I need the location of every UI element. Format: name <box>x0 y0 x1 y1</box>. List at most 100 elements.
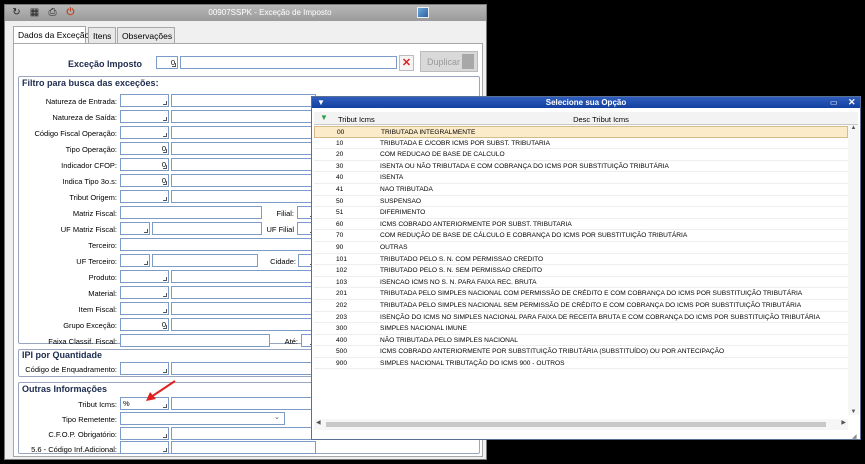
codigo-inf-adicional-desc-input[interactable] <box>171 441 316 454</box>
uf-terceiro-desc-input[interactable] <box>152 254 258 267</box>
table-row[interactable]: 51 DIFERIMENTO <box>314 207 848 219</box>
matriz-fiscal-input[interactable] <box>120 206 262 219</box>
table-row[interactable]: 202 TRIBUTADA PELO SIMPLES NACIONAL SEM P… <box>314 300 848 312</box>
codigo-enquadramento-desc-input[interactable] <box>171 362 316 375</box>
material-code-input[interactable] <box>120 286 169 299</box>
filter-icon[interactable]: ▼ <box>317 98 325 107</box>
tipo-operacao-input[interactable]: 0 <box>120 142 169 155</box>
maximize-icon[interactable]: ▭ <box>830 98 838 107</box>
item-fiscal-code-input[interactable] <box>120 302 169 315</box>
indicador-cfop-desc-input[interactable] <box>171 158 316 171</box>
cfop-obrigatorio-label: C.F.O.P. Obrigatório: <box>48 430 117 439</box>
cfop-obrigatorio-desc-input[interactable] <box>171 427 316 440</box>
image-icon[interactable] <box>417 7 429 18</box>
faixa-classif-de-input[interactable] <box>120 334 270 347</box>
uf-matriz-label: UF Matriz Fiscal: <box>60 225 117 234</box>
tribut-origem-desc-input[interactable] <box>171 190 316 203</box>
table-row[interactable]: 00 TRIBUTADA INTEGRALMENTE <box>314 126 848 138</box>
uf-terceiro-label: UF Terceiro: <box>76 257 117 266</box>
tipo-remetente-select[interactable] <box>120 412 285 425</box>
table-row[interactable]: 201 TRIBUTADA PELO SIMPLES NACIONAL COM P… <box>314 288 848 300</box>
excecao-number-input[interactable]: 0 <box>156 56 178 69</box>
table-row[interactable]: 300 SIMPLES NACIONAL IMUNE <box>314 323 848 335</box>
uf-terceiro-code-input[interactable] <box>120 254 150 267</box>
table-row[interactable]: 50 SUSPENSAO <box>314 196 848 208</box>
lookup-marker-icon <box>163 293 167 297</box>
item-fiscal-label: Item Fiscal: <box>78 305 117 314</box>
column-header-tribut-icms[interactable]: Tribut Icms <box>338 115 378 124</box>
cfop-operacao-code-input[interactable] <box>120 126 169 139</box>
table-row[interactable]: 10 TRIBUTADA E C/COBR ICMS POR SUBST. TRI… <box>314 138 848 150</box>
chevron-down-icon[interactable]: ⌄ <box>274 413 280 421</box>
terceiro-input[interactable] <box>120 238 316 251</box>
natureza-entrada-code-input[interactable] <box>120 94 169 107</box>
uf-matriz-code-input[interactable] <box>120 222 150 235</box>
cell-tribut-icms: 201 <box>336 290 348 298</box>
produto-code-input[interactable] <box>120 270 169 283</box>
clear-icon[interactable]: ✕ <box>399 55 414 71</box>
filter-row-icon[interactable]: ▼ <box>320 113 328 122</box>
resize-grip-icon[interactable]: ◢ <box>852 433 859 440</box>
exit-icon[interactable]: ⏻ <box>65 7 76 18</box>
table-row[interactable]: 90 OUTRAS <box>314 242 848 254</box>
vertical-scrollbar[interactable]: ▲ ▼ <box>848 125 859 415</box>
material-desc-input[interactable] <box>171 286 316 299</box>
grupo-excecao-desc-input[interactable] <box>171 318 316 331</box>
tab-itens[interactable]: Itens <box>88 27 116 44</box>
table-row[interactable]: 40 ISENTA <box>314 172 848 184</box>
table-row[interactable]: 103 ISENCAO ICMS NO S. N. PARA FAIXA REC.… <box>314 277 848 289</box>
tipo-operacao-desc-input[interactable] <box>171 142 316 155</box>
grupo-excecao-input[interactable]: 0 <box>120 318 169 331</box>
close-icon[interactable]: ✕ <box>848 97 856 108</box>
scroll-up-icon[interactable]: ▲ <box>848 125 859 131</box>
lookup-marker-icon <box>172 63 176 67</box>
tab-observacoes[interactable]: Observações <box>117 27 175 44</box>
cell-tribut-icms: 90 <box>336 243 344 251</box>
table-row[interactable]: 70 COM REDUÇÃO DE BASE DE CÁLCULO E COBRA… <box>314 230 848 242</box>
cell-desc-tribut-icms: ISENTA <box>380 174 404 182</box>
duplicar-button[interactable]: Duplicar <box>420 51 478 72</box>
produto-desc-input[interactable] <box>171 270 316 283</box>
table-row[interactable]: 203 ISENÇÃO DO ICMS NO SIMPLES NACIONAL P… <box>314 312 848 324</box>
table-row[interactable]: 60 ICMS COBRADO ANTERIORMENTE POR SUBST. … <box>314 219 848 231</box>
table-row[interactable]: 900 SIMPLES NACIONAL TRIBUTAÇÃO DO ICMS 9… <box>314 358 848 370</box>
tribut-icms-desc-input[interactable] <box>171 397 316 410</box>
indica-tipo-input[interactable]: 0 <box>120 174 169 187</box>
ate-label: Até: <box>284 337 298 346</box>
table-row[interactable]: 101 TRIBUTADO PELO S. N. COM PERMISSAO CR… <box>314 254 848 266</box>
horizontal-scrollbar[interactable]: ◀ ▶ <box>314 419 848 430</box>
cfop-obrigatorio-code-input[interactable] <box>120 427 169 440</box>
natureza-entrada-desc-input[interactable] <box>171 94 316 107</box>
tribut-origem-code-input[interactable] <box>120 190 169 203</box>
table-row[interactable]: 30 ISENTA OU NÃO TRIBUTADA E COM COBRANÇA… <box>314 161 848 173</box>
table-row[interactable]: 102 TRIBUTADO PELO S. N. SEM PERMISSAO CR… <box>314 265 848 277</box>
excecao-description-input[interactable] <box>180 56 397 69</box>
natureza-saida-desc-input[interactable] <box>171 110 316 123</box>
lookup-marker-icon <box>163 277 167 281</box>
natureza-saida-code-input[interactable] <box>120 110 169 123</box>
grid-rows: 00 TRIBUTADA INTEGRALMENTE 10 TRIBUTADA E C… <box>314 126 848 370</box>
column-header-desc-tribut-icms[interactable]: Desc Tribut Icms <box>376 115 826 124</box>
table-row[interactable]: 400 NÃO TRIBUTADA PELO SIMPLES NACIONAL <box>314 335 848 347</box>
uf-filial-label: UF Filial <box>266 225 295 234</box>
tipo-operacao-label: Tipo Operação: <box>65 145 117 154</box>
scroll-left-icon[interactable]: ◀ <box>316 419 321 426</box>
indicador-cfop-input[interactable]: 0 <box>120 158 169 171</box>
cell-desc-tribut-icms: ISENCAO ICMS NO S. N. PARA FAIXA REC. BR… <box>380 278 537 286</box>
print-icon[interactable]: ⎙ <box>47 7 58 18</box>
codigo-inf-adicional-code-input[interactable] <box>120 441 169 454</box>
scroll-down-icon[interactable]: ▼ <box>848 409 859 415</box>
refresh-icon[interactable]: ↻ <box>11 7 22 18</box>
table-row[interactable]: 500 ICMS COBRADO ANTERIORMENTE POR SUBSTI… <box>314 346 848 358</box>
uf-matriz-desc-input[interactable] <box>152 222 262 235</box>
indica-tipo-desc-input[interactable] <box>171 174 316 187</box>
grid-icon[interactable]: ▦ <box>29 7 40 18</box>
horizontal-scroll-thumb[interactable] <box>326 422 826 427</box>
scroll-right-icon[interactable]: ▶ <box>841 419 846 426</box>
codigo-enquadramento-code-input[interactable] <box>120 362 169 375</box>
table-row[interactable]: 20 COM REDUCAO DE BASE DE CALCULO <box>314 149 848 161</box>
table-row[interactable]: 41 NAO TRIBUTADA <box>314 184 848 196</box>
cell-desc-tribut-icms: OUTRAS <box>380 243 408 251</box>
item-fiscal-desc-input[interactable] <box>171 302 316 315</box>
cfop-operacao-desc-input[interactable] <box>171 126 316 139</box>
